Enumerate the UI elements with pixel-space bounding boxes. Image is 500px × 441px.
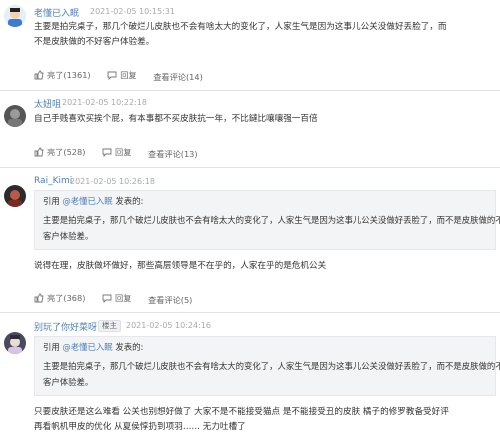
anime-avatar-icon: [4, 332, 26, 354]
op-badge: 楼主: [98, 320, 121, 332]
avatar[interactable]: [4, 105, 26, 127]
quote-author-link[interactable]: @老懂已入眠: [62, 342, 112, 352]
comment-text: 主要是拍完桌子，那几个破烂儿皮肤也不会有啥太大的变化了，人家生气是因为这事儿公关…: [34, 20, 482, 50]
reply-icon: [102, 294, 112, 303]
comment-author[interactable]: 别玩了你好菜呀: [34, 320, 97, 333]
thumbs-up-icon: [34, 147, 44, 157]
comment-text-line: 自己手贱喜欢买挨个屁，有本事都不买皮肤抗一年，不比鐽比嚷嚷强一百倍: [34, 114, 318, 124]
thumbs-up-icon: [34, 70, 44, 80]
comment-item: 别玩了你好菜呀 楼主 2021-02-05 10:24:16 引用 @老懂已入眠…: [0, 313, 500, 441]
comment-author[interactable]: Rai_Kimi: [34, 176, 72, 186]
comment-time: 2021-02-05 10:15:31: [90, 7, 175, 16]
comment-time: 2021-02-05 10:26:18: [70, 177, 155, 186]
comment-item: 太妞咀 2021-02-05 10:22:18 自己手贱喜欢买挨个屁，有本事都不…: [0, 91, 500, 163]
comment-actions: 亮了(528) 回复 查看评论(13): [34, 146, 212, 160]
reply-label: 回复: [120, 70, 137, 80]
quote-text-line: 主要是拍完桌子，那几个破烂儿皮肤也不会有啥太大的变化了，人家生气是因为这事儿公关…: [43, 215, 500, 225]
avatar[interactable]: [4, 332, 26, 354]
like-count: 亮了(368): [47, 293, 86, 303]
like-button[interactable]: 亮了(368): [34, 292, 85, 304]
comment-text-line: 只要皮肤还是这么难看 公关也别想好做了 大家不是不能接受猫点 是不能接受丑的皮肤…: [34, 407, 449, 417]
quote-header: 引用 @老懂已入眠 发表的:: [43, 341, 143, 353]
quote-text-line: 客户体验差。: [43, 231, 94, 241]
comment-text: 说得在理，皮肤做坏做好，那些高层领导是不在乎的，人家在乎的是危机公关: [34, 259, 482, 274]
reply-button[interactable]: 回复: [107, 69, 137, 81]
character-avatar-icon: [4, 185, 26, 207]
cartoon-avatar-icon: [4, 5, 26, 27]
comment-time: 2021-02-05 10:22:18: [62, 98, 147, 107]
comment-actions: 亮了(1361) 回复 查看评论(14): [34, 69, 217, 83]
view-replies-link[interactable]: 查看评论(5): [148, 294, 192, 306]
view-replies-label: 查看评论(14): [153, 72, 203, 82]
avatar[interactable]: [4, 185, 26, 207]
quote-prefix: 引用: [43, 342, 60, 352]
view-replies-link[interactable]: 查看评论(14): [153, 71, 203, 83]
quote-block: 引用 @老懂已入眠 发表的: 主要是拍完桌子，那几个破烂儿皮肤也不会有啥太大的变…: [34, 190, 500, 250]
comment-item: Rai_Kimi 2021-02-05 10:26:18 引用 @老懂已入眠 发…: [0, 168, 500, 308]
view-replies-label: 查看评论(13): [148, 149, 198, 159]
comment-text: 自己手贱喜欢买挨个屁，有本事都不买皮肤抗一年，不比鐽比嚷嚷强一百倍: [34, 112, 482, 127]
view-replies-link[interactable]: 查看评论(13): [148, 148, 198, 160]
reply-icon: [107, 71, 117, 80]
quote-suffix: 发表的:: [115, 342, 144, 352]
like-count: 亮了(528): [47, 147, 86, 157]
comment-author[interactable]: 太妞咀: [34, 97, 61, 110]
comment-author[interactable]: 老懂已入眠: [34, 6, 79, 19]
comment-text-line: 主要是拍完桌子，那几个破烂儿皮肤也不会有啥太大的变化了，人家生气是因为这事儿公关…: [34, 22, 447, 32]
comment-item: 老懂已入眠 2021-02-05 10:15:31 主要是拍完桌子，那几个破烂儿…: [0, 0, 500, 92]
comment-text-line: 说得在理，皮肤做坏做好，那些高层领导是不在乎的，人家在乎的是危机公关: [34, 261, 327, 271]
comment-time: 2021-02-05 10:24:16: [126, 321, 211, 330]
like-button[interactable]: 亮了(528): [34, 146, 85, 158]
comment-actions: 亮了(368) 回复 查看评论(5): [34, 292, 206, 306]
quote-text-line: 客户体验差。: [43, 377, 94, 387]
quote-author-link[interactable]: @老懂已入眠: [62, 196, 112, 206]
comment-text-line: 不是皮肤做的不好客户体验差。: [34, 37, 155, 47]
quote-suffix: 发表的:: [115, 196, 144, 206]
reply-label: 回复: [115, 147, 132, 157]
quote-text-line: 主要是拍完桌子，那几个破烂儿皮肤也不会有啥太大的变化了，人家生气是因为这事儿公关…: [43, 361, 500, 371]
like-count: 亮了(1361): [47, 70, 91, 80]
reply-label: 回复: [115, 293, 132, 303]
like-button[interactable]: 亮了(1361): [34, 69, 91, 81]
reply-icon: [102, 148, 112, 157]
thumbs-up-icon: [34, 293, 44, 303]
comment-text-line: 再看帆机甲皮的优化 从夏侯惇扔到项羽…… 无力吐槽了: [34, 422, 246, 432]
quote-block: 引用 @老懂已入眠 发表的: 主要是拍完桌子，那几个破烂儿皮肤也不会有啥太大的变…: [34, 336, 500, 396]
avatar[interactable]: [4, 5, 26, 27]
quote-prefix: 引用: [43, 196, 60, 206]
reply-button[interactable]: 回复: [102, 292, 131, 304]
photo-avatar-icon: [4, 105, 26, 127]
comment-text: 只要皮肤还是这么难看 公关也别想好做了 大家不是不能接受猫点 是不能接受丑的皮肤…: [34, 405, 496, 435]
quote-header: 引用 @老懂已入眠 发表的:: [43, 195, 143, 207]
view-replies-label: 查看评论(5): [148, 295, 193, 305]
reply-button[interactable]: 回复: [102, 146, 131, 158]
